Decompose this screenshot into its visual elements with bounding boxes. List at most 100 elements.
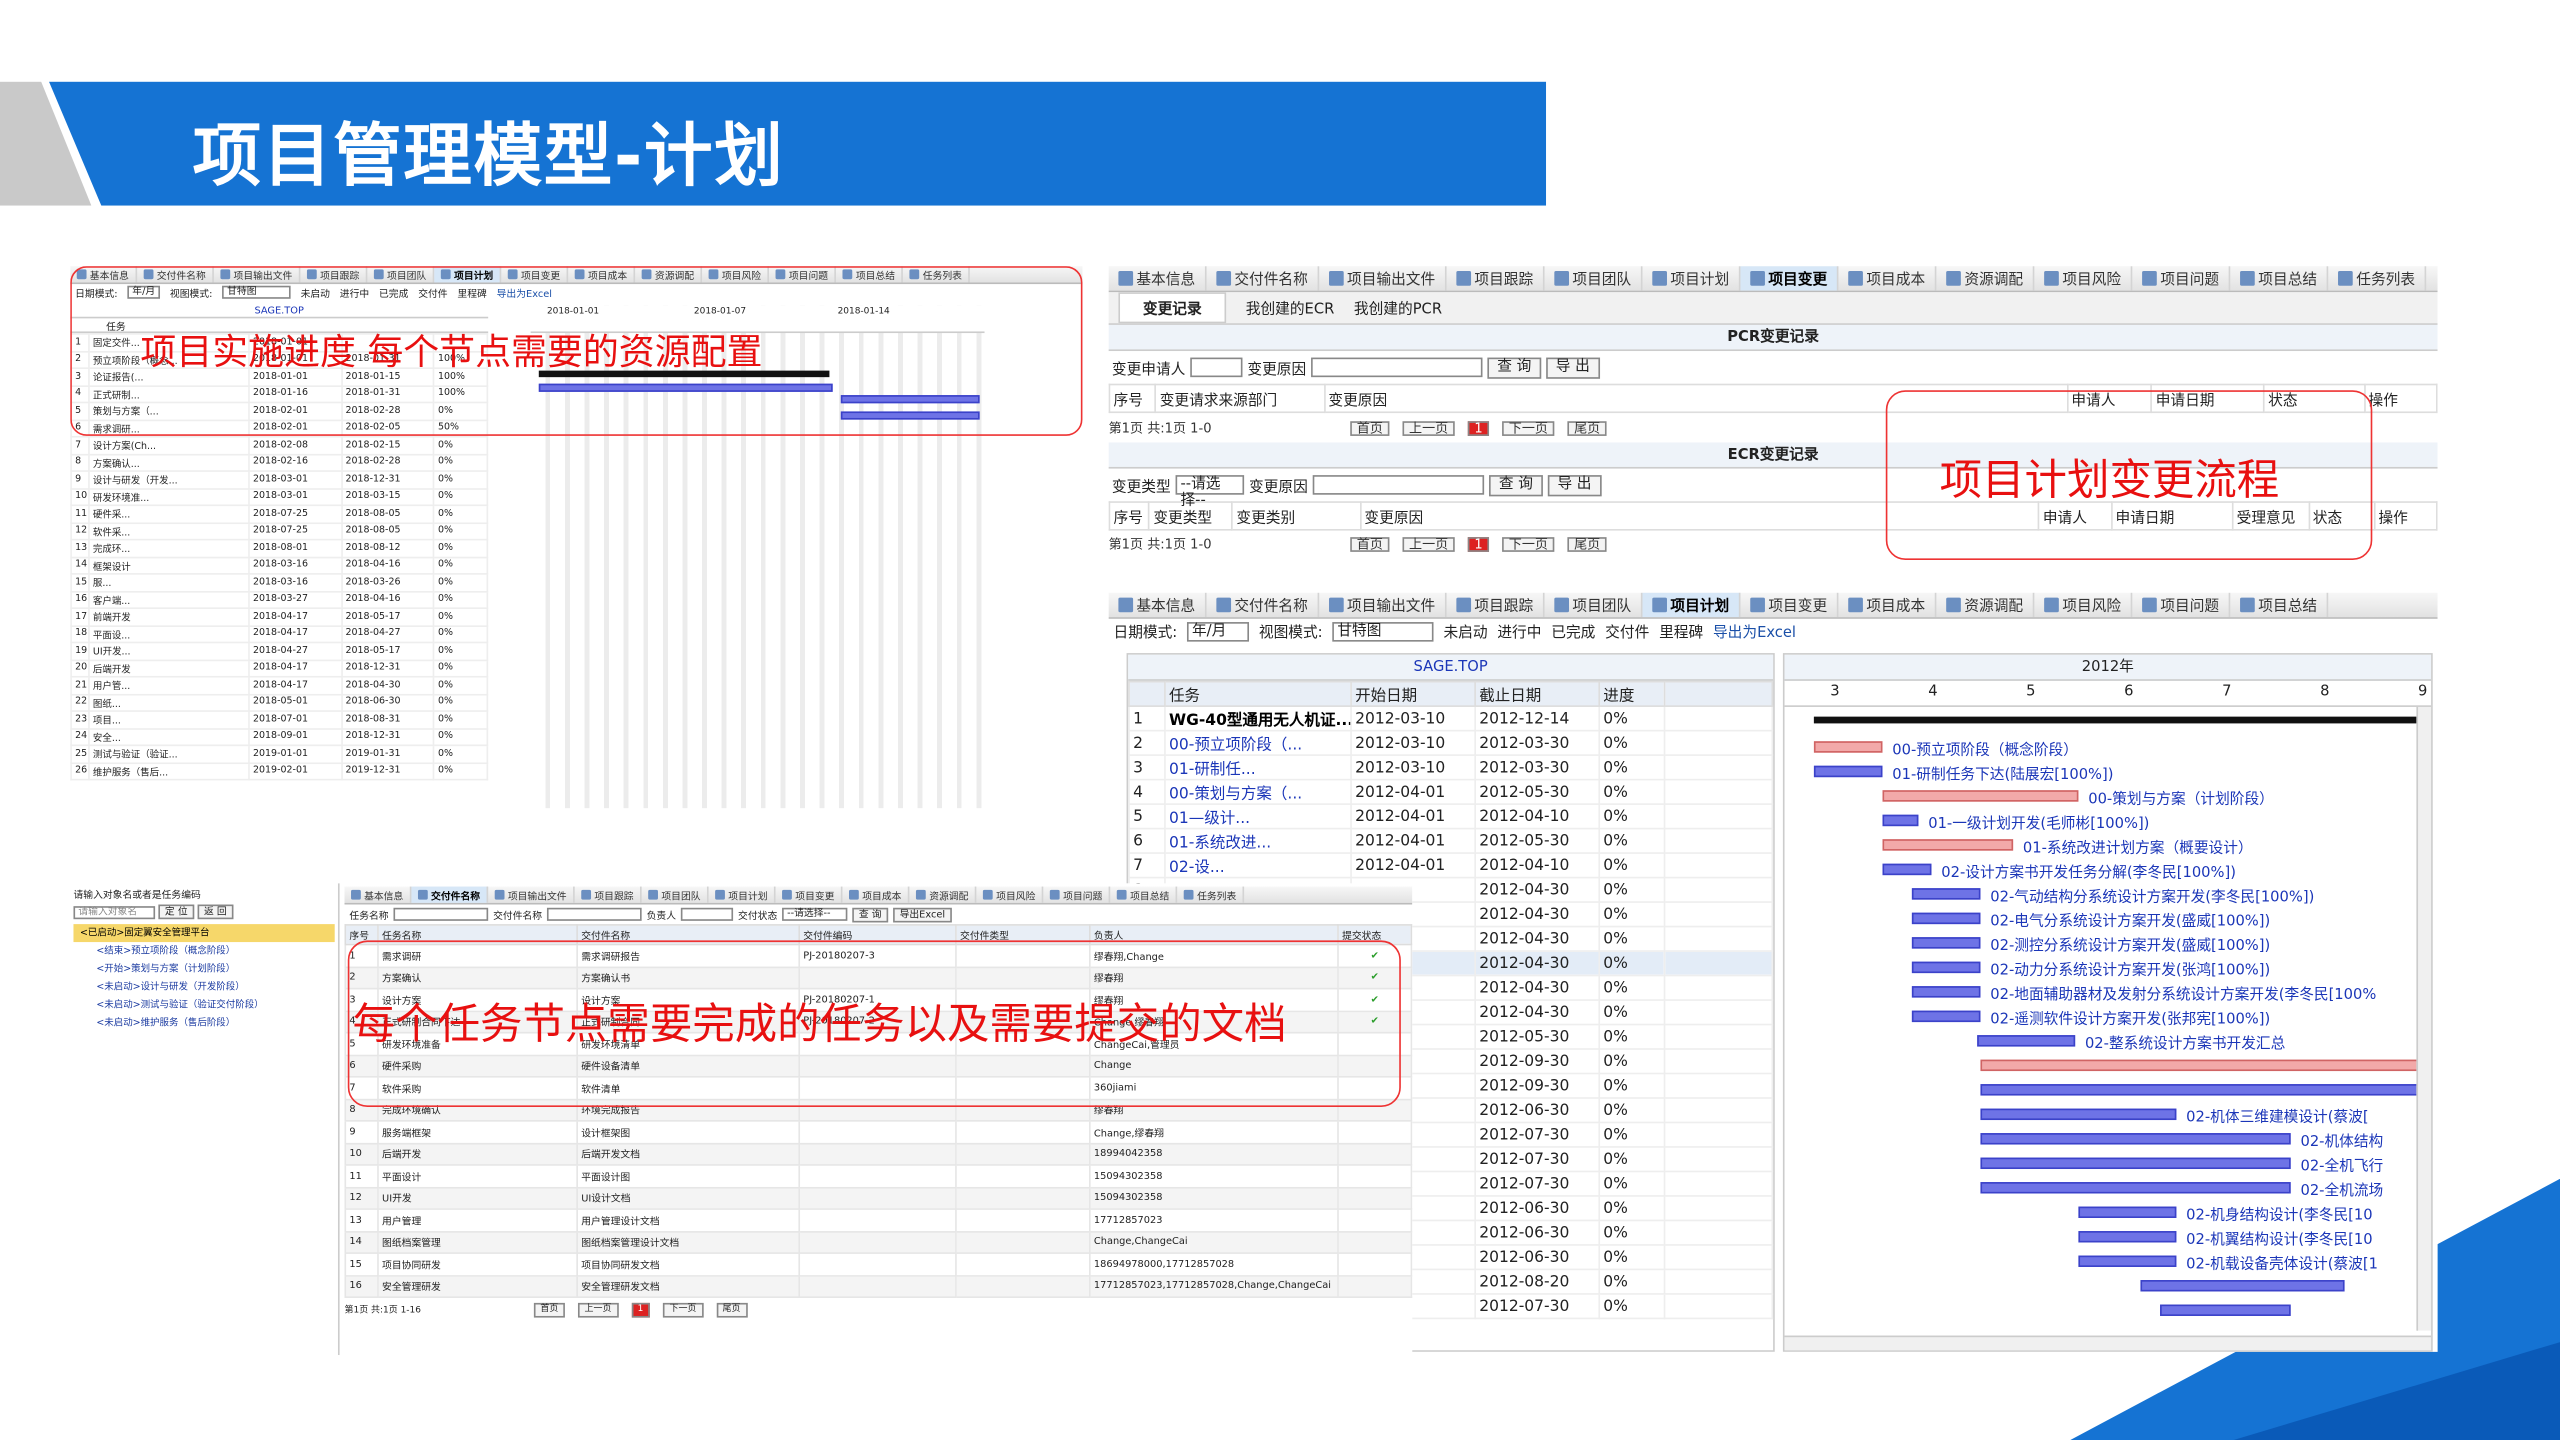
gantt-bar[interactable] xyxy=(1813,765,1883,778)
ecr-next[interactable]: 下一页 xyxy=(1502,536,1555,552)
big-horizontal-scrollbar[interactable] xyxy=(1784,1335,2432,1351)
table-row[interactable]: 15 项目协同研发 项目协同研发文档 18694978000,17712857028 xyxy=(344,1252,1413,1276)
tab-1[interactable]: 交付件名称 xyxy=(411,886,489,903)
big-export-excel[interactable]: 导出为Excel xyxy=(1713,620,1796,641)
pcr-last[interactable]: 尾页 xyxy=(1567,420,1607,436)
table-row[interactable]: 12 UI开发 UI设计文档 15094302358 xyxy=(344,1186,1413,1210)
tree-node[interactable]: <已启动>固定翼安全管理平台 xyxy=(73,924,335,943)
table-row[interactable]: 13 完成环... 2018-08-01 2018-08-12 0% xyxy=(70,538,489,558)
filter-status-select[interactable]: --请选择-- xyxy=(782,907,848,921)
big-date-mode-select[interactable]: 年/月 xyxy=(1187,621,1250,641)
tab-10[interactable]: 项目问题 xyxy=(2133,266,2231,291)
gantt-bar[interactable] xyxy=(1813,741,1883,753)
big-view-mode-select[interactable]: 甘特图 xyxy=(1332,621,1434,641)
table-row[interactable]: 18 平面设... 2018-04-17 2018-04-27 0% xyxy=(70,624,489,644)
tab-11[interactable]: 项目总结 xyxy=(1111,886,1178,903)
filter-task-input[interactable] xyxy=(393,907,489,921)
ecr-reason-input[interactable] xyxy=(1312,475,1485,495)
pcr-prev[interactable]: 上一页 xyxy=(1402,420,1455,436)
tab-4[interactable]: 项目团队 xyxy=(642,886,709,903)
table-row[interactable]: 10 后端开发 后端开发文档 18994042358 xyxy=(344,1142,1413,1166)
tab-7[interactable]: 项目成本 xyxy=(1839,592,1937,618)
filter-owner-input[interactable] xyxy=(680,907,734,921)
table-row[interactable]: 7 设计方案(Ch... 2018-02-08 2018-02-15 0% xyxy=(70,435,489,455)
tab-4[interactable]: 项目团队 xyxy=(1545,266,1643,291)
gantt-bar[interactable] xyxy=(2160,1304,2291,1316)
tab-10[interactable]: 项目问题 xyxy=(2133,592,2231,618)
tab-8[interactable]: 资源调配 xyxy=(1937,266,2035,291)
table-row[interactable]: 21 用户管... 2018-04-17 2018-04-30 0% xyxy=(70,675,489,695)
pcr-first[interactable]: 首页 xyxy=(1350,420,1390,436)
table-row[interactable]: 8 方案确认... 2018-02-16 2018-02-28 0% xyxy=(70,453,489,472)
docs-query-button[interactable]: 查 询 xyxy=(852,906,889,922)
table-row[interactable]: 7 02-设... 2012-04-01 2012-04-10 0% xyxy=(1128,852,1774,879)
filter-deliverable-input[interactable] xyxy=(547,907,642,921)
ecr-last[interactable]: 尾页 xyxy=(1567,536,1607,552)
tab-11[interactable]: 项目总结 xyxy=(2231,592,2329,618)
tab-0[interactable]: 基本信息 xyxy=(1109,592,1207,618)
tree-node[interactable]: <开始>策划与方案（计划阶段） xyxy=(73,960,334,978)
ecr-export-button[interactable]: 导 出 xyxy=(1547,474,1602,496)
gantt-bar[interactable] xyxy=(1980,1108,2177,1121)
tab-6[interactable]: 项目变更 xyxy=(1741,592,1839,618)
gantt-bar[interactable] xyxy=(1911,912,1981,925)
table-row[interactable]: 17 前端开发 2018-04-17 2018-05-17 0% xyxy=(70,607,489,627)
tab-9[interactable]: 项目风险 xyxy=(2035,266,2133,291)
table-row[interactable]: 24 安全... 2018-09-01 2018-12-31 0% xyxy=(70,727,489,747)
gantt-bar[interactable] xyxy=(1977,1035,2076,1047)
gantt-bar[interactable] xyxy=(1911,888,1981,900)
table-row[interactable]: 20 后端开发 2018-04-17 2018-12-31 0% xyxy=(70,658,489,678)
tab-6[interactable]: 项目变更 xyxy=(776,886,843,903)
table-row[interactable]: 1 WG-40型通用无人机证... 2012-03-10 2012-12-14 0% xyxy=(1128,705,1774,732)
table-row[interactable]: 26 维护服务（售后... 2019-02-01 2019-12-31 0% xyxy=(70,761,489,781)
table-row[interactable]: 16 客户端... 2018-03-27 2018-04-16 0% xyxy=(70,590,489,609)
gantt-bar[interactable] xyxy=(1911,937,1981,949)
reason-input[interactable] xyxy=(1311,357,1483,378)
change-type-select[interactable]: --请选择-- xyxy=(1175,475,1245,509)
docs-first[interactable]: 首页 xyxy=(533,1302,565,1317)
tab-6[interactable]: 项目变更 xyxy=(1740,266,1839,291)
tab-3[interactable]: 项目跟踪 xyxy=(575,886,642,903)
gantt-bar[interactable] xyxy=(1882,863,1932,876)
table-row[interactable]: 9 设计与研发（开发... 2018-03-01 2018-12-31 0% xyxy=(70,470,489,489)
table-row[interactable]: 5 01—级计... 2012-04-01 2012-04-10 0% xyxy=(1128,803,1774,830)
table-row[interactable]: 4 00-策划与方案（... 2012-04-01 2012-05-30 0% xyxy=(1128,778,1774,805)
tab-11[interactable]: 项目总结 xyxy=(2231,266,2329,291)
ecr-query-button[interactable]: 查 询 xyxy=(1489,474,1543,496)
tab-2[interactable]: 项目输出文件 xyxy=(1319,592,1447,618)
table-row[interactable]: 12 软件采... 2018-07-25 2018-08-05 0% xyxy=(70,521,489,541)
table-row[interactable]: 22 图纸... 2018-05-01 2018-06-30 0% xyxy=(70,693,489,712)
table-row[interactable]: 25 测试与验证（验证... 2019-01-01 2019-01-31 0% xyxy=(70,744,489,764)
tab-5[interactable]: 项目计划 xyxy=(709,886,776,903)
tab-5[interactable]: 项目计划 xyxy=(1642,592,1741,618)
table-row[interactable]: 15 服... 2018-03-16 2018-03-26 0% xyxy=(70,573,489,592)
table-row[interactable]: 13 用户管理 用户管理设计文档 17712857023 xyxy=(344,1208,1413,1232)
docs-last[interactable]: 尾页 xyxy=(716,1302,748,1317)
tab-12[interactable]: 任务列表 xyxy=(2329,266,2427,291)
docs-prev[interactable]: 上一页 xyxy=(578,1302,619,1317)
applicant-input[interactable] xyxy=(1190,357,1243,378)
pcr-query-button[interactable]: 查 询 xyxy=(1487,356,1542,378)
ecr-prev[interactable]: 上一页 xyxy=(1402,536,1455,552)
tree-search-input[interactable]: 请输入对象名 xyxy=(73,905,156,919)
tab-1[interactable]: 交付件名称 xyxy=(1207,592,1320,618)
tree-locate-button[interactable]: 定 位 xyxy=(158,904,195,920)
table-row[interactable]: 14 框架设计 2018-03-16 2018-04-16 0% xyxy=(70,555,489,575)
tree-node[interactable]: <未启动>维护服务（售后阶段） xyxy=(73,1014,334,1032)
tree-node[interactable]: <未启动>设计与研发（开发阶段） xyxy=(73,978,334,996)
gantt-bar[interactable] xyxy=(1980,1182,2291,1194)
table-row[interactable]: 6 01-系统改进... 2012-04-01 2012-05-30 0% xyxy=(1128,827,1774,854)
gantt-bar[interactable] xyxy=(2078,1206,2177,1218)
gantt-bar[interactable] xyxy=(1980,1084,2422,1096)
table-row[interactable]: 9 服务端框架 设计框架图 Change,缪春翔 xyxy=(344,1120,1413,1144)
gantt-bar[interactable] xyxy=(1911,961,1981,974)
tab-3[interactable]: 项目跟踪 xyxy=(1447,266,1545,291)
gantt-bar[interactable] xyxy=(2078,1231,2177,1243)
tab-0[interactable]: 基本信息 xyxy=(1109,266,1207,291)
tree-node[interactable]: <结束>预立项阶段（概念阶段） xyxy=(73,942,334,960)
tab-8[interactable]: 资源调配 xyxy=(910,886,977,903)
docs-page[interactable]: 1 xyxy=(631,1302,650,1317)
tab-5[interactable]: 项目计划 xyxy=(1643,266,1741,291)
table-row[interactable]: 11 硬件采... 2018-07-25 2018-08-05 0% xyxy=(70,504,489,524)
tab-2[interactable]: 项目输出文件 xyxy=(1319,266,1447,291)
